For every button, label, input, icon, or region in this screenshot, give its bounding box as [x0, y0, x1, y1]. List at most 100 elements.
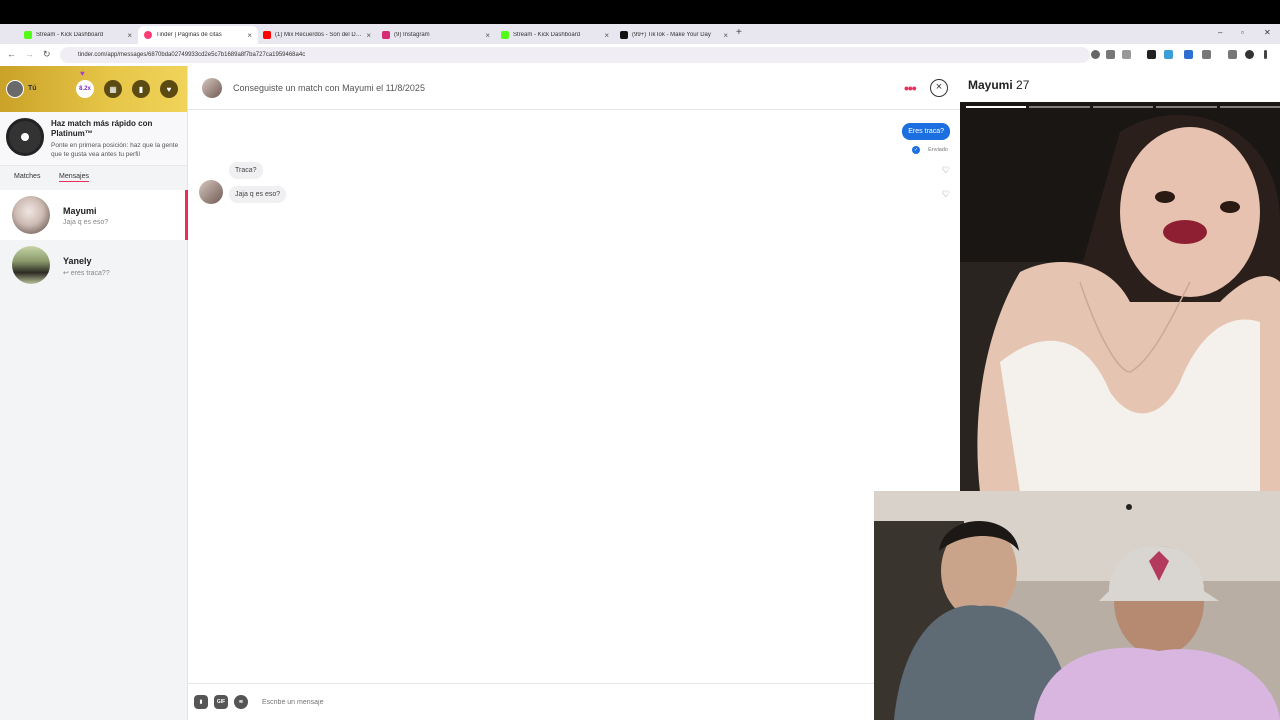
- promo-subtitle: Ponte en primera posición: haz que la ge…: [51, 142, 179, 158]
- tab-matches[interactable]: Matches: [14, 173, 40, 180]
- close-icon[interactable]: ×: [127, 31, 132, 40]
- translate-icon[interactable]: [1184, 50, 1193, 59]
- browser-tab[interactable]: (9) Instagram ×: [376, 26, 496, 44]
- boost-badge[interactable]: 8.2x: [76, 80, 94, 98]
- tab-title: (99+) TikTok - Make Your Day: [632, 32, 711, 38]
- avatar[interactable]: [6, 80, 24, 98]
- profile-photo-image: [960, 102, 1280, 492]
- conversation-item[interactable]: Mayumi Jaja q es eso?: [0, 190, 188, 240]
- more-options-icon[interactable]: •••: [904, 80, 917, 96]
- minimize-icon[interactable]: –: [1218, 28, 1222, 37]
- platinum-promo[interactable]: Haz match más rápido con Platinum™ Ponte…: [0, 112, 187, 166]
- profile-first-name: Mayumi: [968, 78, 1013, 92]
- forward-icon[interactable]: →: [25, 49, 34, 59]
- location-icon[interactable]: [1091, 50, 1100, 59]
- close-icon[interactable]: ×: [485, 31, 490, 40]
- instagram-icon: [382, 31, 390, 39]
- message-bubble-received: Traca?: [229, 162, 263, 179]
- tab-messages[interactable]: Mensajes: [59, 173, 89, 182]
- briefcase-icon[interactable]: ▮: [132, 80, 150, 98]
- close-window-icon[interactable]: ✕: [1264, 28, 1271, 37]
- restore-icon[interactable]: ▫: [1241, 28, 1244, 37]
- chat-header: Conseguiste un match con Mayumi el 11/8/…: [188, 66, 960, 110]
- close-icon[interactable]: ×: [930, 79, 948, 97]
- tab-title: Tinder | Páginas de citas: [156, 32, 222, 38]
- tab-strip: Stream - Kick Dashboard × Tinder | Págin…: [0, 24, 1280, 44]
- profile-name: Mayumi 27: [968, 78, 1029, 92]
- puzzle-icon[interactable]: [1202, 50, 1211, 59]
- tab-search-icon[interactable]: [1228, 50, 1237, 59]
- browser-tab[interactable]: Stream - Kick Dashboard ×: [495, 26, 615, 44]
- browser-tab-active[interactable]: Tinder | Páginas de citas ×: [138, 26, 258, 44]
- platinum-ring-icon: [6, 118, 44, 156]
- cast-icon[interactable]: [1106, 50, 1115, 59]
- tab-title: Stream - Kick Dashboard: [513, 32, 581, 38]
- conversation-name: Yanely: [63, 256, 92, 266]
- close-icon[interactable]: ×: [604, 31, 609, 40]
- browser-chrome: Stream - Kick Dashboard × Tinder | Págin…: [0, 24, 1280, 66]
- avatar[interactable]: [202, 78, 222, 98]
- conversation-preview: ↩ eres traca??: [63, 270, 110, 277]
- conversation-item[interactable]: Yanely ↩ eres traca??: [0, 240, 188, 290]
- sticker-icon[interactable]: ▮: [194, 695, 208, 709]
- profile-photo[interactable]: [960, 102, 1280, 492]
- top-letterbox: [0, 0, 1280, 24]
- back-icon[interactable]: ←: [7, 49, 16, 59]
- close-icon[interactable]: ×: [247, 31, 252, 40]
- profile-icon[interactable]: [1245, 50, 1254, 59]
- tab-title: (1) Mix Recuerdos - Son del D…: [275, 32, 362, 38]
- close-icon[interactable]: ×: [366, 31, 371, 40]
- photo-indicator: [1156, 106, 1217, 108]
- message-status: ✓ Enviado: [912, 146, 948, 154]
- shield-icon[interactable]: ♥: [160, 80, 178, 98]
- message-input[interactable]: [262, 695, 582, 709]
- message-composer: ▮ GIF ≋: [188, 683, 960, 720]
- browser-tab[interactable]: (99+) TikTok - Make Your Day ×: [614, 26, 734, 44]
- explore-icon[interactable]: ▦: [104, 80, 122, 98]
- webcam-image: [874, 491, 1280, 720]
- kick-icon: [501, 31, 509, 39]
- sidebar-tabs: Matches Mensajes: [0, 166, 187, 186]
- menu-icon[interactable]: [1264, 50, 1267, 59]
- browser-tab[interactable]: Stream - Kick Dashboard ×: [18, 26, 138, 44]
- youtube-icon: [263, 31, 271, 39]
- message-bubble-received: Jaja q es eso?: [229, 186, 287, 203]
- webcam-overlay: [874, 491, 1280, 720]
- conversation-name: Mayumi: [63, 206, 97, 216]
- user-label[interactable]: Tú: [28, 85, 37, 92]
- match-info: Conseguiste un match con Mayumi el 11/8/…: [233, 83, 425, 93]
- like-icon[interactable]: ♡: [942, 165, 950, 176]
- url-field[interactable]: tinder.com/app/messages/6870bda02749933c…: [60, 47, 1090, 63]
- spotify-icon[interactable]: ≋: [234, 695, 248, 709]
- kick-icon: [24, 31, 32, 39]
- tab-title: Stream - Kick Dashboard: [36, 32, 104, 38]
- close-icon[interactable]: ×: [723, 31, 728, 40]
- like-icon[interactable]: ♡: [942, 189, 950, 200]
- photo-progress: [966, 106, 1280, 108]
- sidebar: Tú ♥ 8.2x ▦ ▮ ♥ Haz match más rápido con…: [0, 66, 188, 720]
- avatar: [12, 196, 50, 234]
- sent-label: Enviado: [928, 147, 948, 153]
- tab-title: (9) Instagram: [394, 32, 430, 38]
- check-icon: ✓: [912, 146, 921, 154]
- avatar: [12, 246, 50, 284]
- photo-indicator: [1219, 106, 1280, 108]
- sidebar-header: Tú ♥ 8.2x ▦ ▮ ♥: [0, 66, 187, 112]
- new-tab-icon[interactable]: +: [736, 27, 742, 38]
- bookmark-star-icon[interactable]: [1122, 50, 1131, 59]
- avatar[interactable]: [199, 180, 223, 204]
- extension-icon[interactable]: [1164, 50, 1173, 59]
- photo-indicator: [1092, 106, 1154, 108]
- tiktok-icon: [620, 31, 628, 39]
- chat-panel: Conseguiste un match con Mayumi el 11/8/…: [188, 66, 960, 720]
- profile-age: 27: [1016, 78, 1030, 92]
- photo-indicator: [966, 106, 1027, 108]
- extension-icon[interactable]: [1147, 50, 1156, 59]
- tinder-icon: [144, 31, 152, 39]
- promo-title: Haz match más rápido con Platinum™: [51, 119, 153, 138]
- browser-tab[interactable]: (1) Mix Recuerdos - Son del D… ×: [257, 26, 377, 44]
- gif-button[interactable]: GIF: [214, 695, 228, 709]
- reload-icon[interactable]: ↻: [43, 49, 51, 60]
- message-bubble-sent: Eres traca?: [902, 123, 950, 140]
- photo-indicator: [1029, 106, 1090, 108]
